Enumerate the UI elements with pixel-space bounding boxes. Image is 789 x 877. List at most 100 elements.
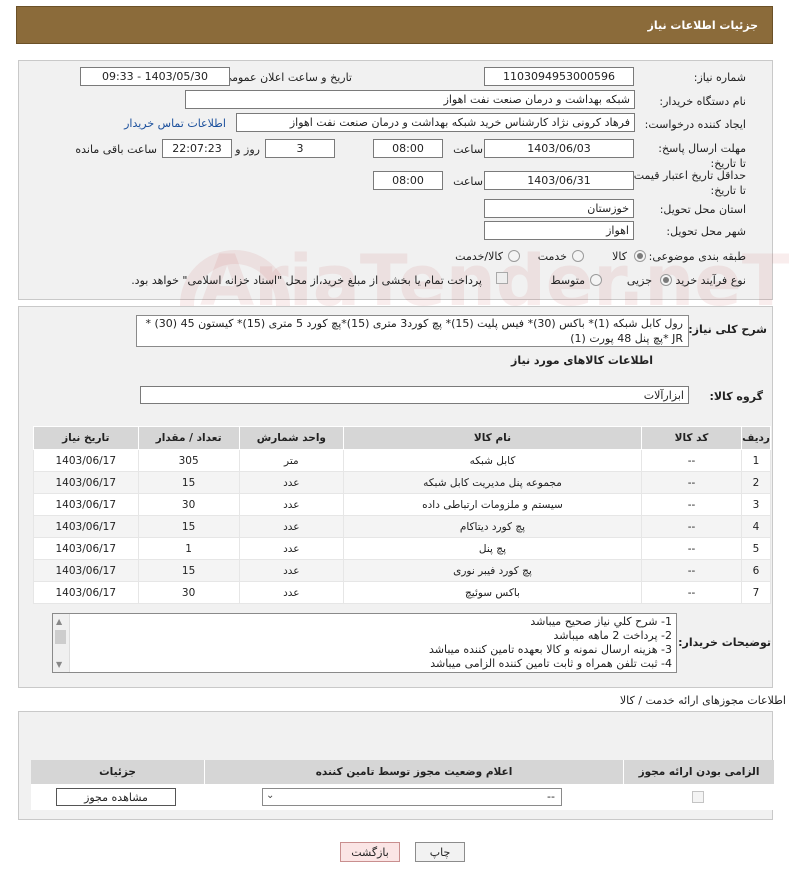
- process-radio-medium[interactable]: [590, 274, 602, 286]
- goods-code: --: [640, 471, 743, 494]
- validity-time-label: ساعت: [453, 175, 483, 188]
- goods-table: ردیف کد کالا نام کالا واحد شمارش تعداد /…: [33, 426, 771, 604]
- buyer-note-line: 4- ثبت تلفن همراه و ثابت تامين کننده الز…: [430, 657, 672, 670]
- goods-code: --: [640, 515, 743, 538]
- table-row: 3 -- سیستم و ملزومات ارتباطی داده عدد 30…: [33, 493, 771, 516]
- notes-scrollbar[interactable]: ▲ ▼: [53, 614, 70, 672]
- goods-section-title: اطلاعات کالاهای مورد نیاز: [511, 354, 653, 367]
- need-number-field[interactable]: 1103094953000596: [484, 67, 634, 86]
- table-row: 4 -- پچ کورد دیتاکام عدد 15 1403/06/17: [33, 515, 771, 538]
- deadline-time-field[interactable]: 08:00: [373, 139, 443, 158]
- city-field[interactable]: اهواز: [484, 221, 634, 240]
- scroll-up-icon[interactable]: ▲: [56, 617, 62, 626]
- creator-field[interactable]: فرهاد کرونی نژاد کارشناس خرید شبکه بهداش…: [236, 113, 635, 132]
- page-header: جزئیات اطلاعات نیاز: [16, 6, 773, 44]
- back-button[interactable]: بازگشت: [340, 842, 400, 862]
- creator-label: ایجاد کننده درخواست:: [644, 118, 746, 131]
- goods-code: --: [640, 493, 743, 516]
- goods-date: 1403/06/17: [33, 581, 139, 604]
- print-button[interactable]: چاپ: [415, 842, 465, 862]
- goods-unit: عدد: [238, 559, 344, 582]
- permit-required-checkbox: [692, 791, 704, 803]
- goods-date: 1403/06/17: [33, 449, 139, 472]
- deadline-date-field[interactable]: 1403/06/03: [484, 139, 634, 158]
- goods-date: 1403/06/17: [33, 493, 139, 516]
- buyer-note-line: 1- شرح کلي نياز صحيح ميباشد: [530, 615, 672, 628]
- province-label: استان محل تحویل:: [659, 203, 746, 216]
- goods-date: 1403/06/17: [33, 559, 139, 582]
- permit-status-value: --: [547, 790, 555, 803]
- announce-field[interactable]: 1403/05/30 - 09:33: [80, 67, 230, 86]
- buyer-notes-label: توضیحات خریدار:: [678, 636, 771, 649]
- col-name-header: نام کالا: [342, 426, 642, 450]
- process-radio-partial[interactable]: [660, 274, 672, 286]
- buyer-note-line: 3- هزينه ارسال نمونه و کالا بعهده تامين …: [428, 643, 672, 656]
- goods-unit: متر: [238, 449, 344, 472]
- category-option-goods-service: کالا/خدمت: [455, 250, 503, 263]
- goods-date: 1403/06/17: [33, 515, 139, 538]
- validity-time-field[interactable]: 08:00: [373, 171, 443, 190]
- scroll-thumb[interactable]: [55, 630, 66, 644]
- col-code-header: کد کالا: [640, 426, 743, 450]
- chevron-down-icon[interactable]: ⌄: [266, 790, 274, 801]
- goods-date: 1403/06/17: [33, 537, 139, 560]
- scroll-down-icon[interactable]: ▼: [56, 660, 62, 669]
- city-label: شهر محل تحویل:: [666, 225, 746, 238]
- summary-label: شرح کلی نیاز:: [688, 323, 767, 336]
- goods-name: پچ پنل: [342, 537, 642, 560]
- table-row: 2 -- مجموعه پنل مدیریت کابل شبکه عدد 15 …: [33, 471, 771, 494]
- col-row-header: ردیف: [741, 426, 771, 450]
- goods-unit: عدد: [238, 581, 344, 604]
- buyer-notes-textarea[interactable]: ▲ ▼ 1- شرح کلي نياز صحيح ميباشد 2- پرداخ…: [52, 613, 677, 673]
- remaining-time-field: 22:07:23: [162, 139, 232, 158]
- goods-qty: 15: [137, 559, 240, 582]
- category-radio-service[interactable]: [572, 250, 584, 262]
- goods-qty: 30: [137, 581, 240, 604]
- goods-qty: 30: [137, 493, 240, 516]
- goods-name: باکس سوئیچ: [342, 581, 642, 604]
- validity-label: حداقل تاریخ اعتبار قیمت: تا تاریخ:: [630, 169, 746, 197]
- row-index: 3: [741, 493, 771, 516]
- province-field[interactable]: خوزستان: [484, 199, 634, 218]
- table-row: 6 -- پچ کورد فیبر نوری عدد 15 1403/06/17: [33, 559, 771, 582]
- validity-date-field[interactable]: 1403/06/31: [484, 171, 634, 190]
- goods-name: مجموعه پنل مدیریت کابل شبکه: [342, 471, 642, 494]
- goods-date: 1403/06/17: [33, 471, 139, 494]
- row-index: 6: [741, 559, 771, 582]
- days-field[interactable]: 3: [265, 139, 335, 158]
- category-radio-goods[interactable]: [634, 250, 646, 262]
- deadline-time-label: ساعت: [453, 143, 483, 156]
- process-label: نوع فرآیند خرید :: [668, 274, 746, 287]
- summary-textarea[interactable]: رول کابل شبکه (1)* باکس (30)* فیس پلیت (…: [136, 315, 689, 347]
- goods-group-label: گروه کالا:: [709, 390, 763, 403]
- permit-status-select[interactable]: -- ⌄: [262, 788, 562, 806]
- goods-name: سیستم و ملزومات ارتباطی داده: [342, 493, 642, 516]
- row-index: 4: [741, 515, 771, 538]
- col-date-header: تاریخ نیاز: [33, 426, 139, 450]
- page-title: جزئیات اطلاعات نیاز: [647, 18, 759, 32]
- goods-name: کابل شبکه: [342, 449, 642, 472]
- goods-group-field[interactable]: ابزارآلات: [140, 386, 689, 404]
- view-permit-button[interactable]: مشاهده مجوز: [56, 788, 176, 806]
- row-index: 1: [741, 449, 771, 472]
- goods-unit: عدد: [238, 471, 344, 494]
- contact-buyer-link[interactable]: اطلاعات تماس خریدار: [124, 117, 226, 130]
- col-permit-status-header: اعلام وضعیت مجوز توسط تامین کننده: [204, 760, 623, 784]
- goods-code: --: [640, 559, 743, 582]
- buyer-label: نام دستگاه خریدار:: [659, 95, 746, 108]
- goods-code: --: [640, 449, 743, 472]
- goods-qty: 305: [137, 449, 240, 472]
- buyer-field[interactable]: شبکه بهداشت و درمان صنعت نفت اهواز: [185, 90, 635, 109]
- days-label: روز و: [235, 143, 260, 156]
- goods-unit: عدد: [238, 493, 344, 516]
- goods-unit: عدد: [238, 515, 344, 538]
- category-radio-goods-service[interactable]: [508, 250, 520, 262]
- category-label: طبقه بندی موضوعی:: [648, 250, 746, 263]
- col-unit-header: واحد شمارش: [238, 426, 344, 450]
- goods-name: پچ کورد دیتاکام: [342, 515, 642, 538]
- payment-note: پرداخت تمام یا بخشی از مبلغ خرید،از محل …: [131, 274, 482, 287]
- row-index: 7: [741, 581, 771, 604]
- table-row: 1 -- کابل شبکه متر 305 1403/06/17: [33, 449, 771, 472]
- payment-treasury-checkbox[interactable]: [496, 272, 508, 284]
- process-option-partial: جزیی: [626, 274, 652, 287]
